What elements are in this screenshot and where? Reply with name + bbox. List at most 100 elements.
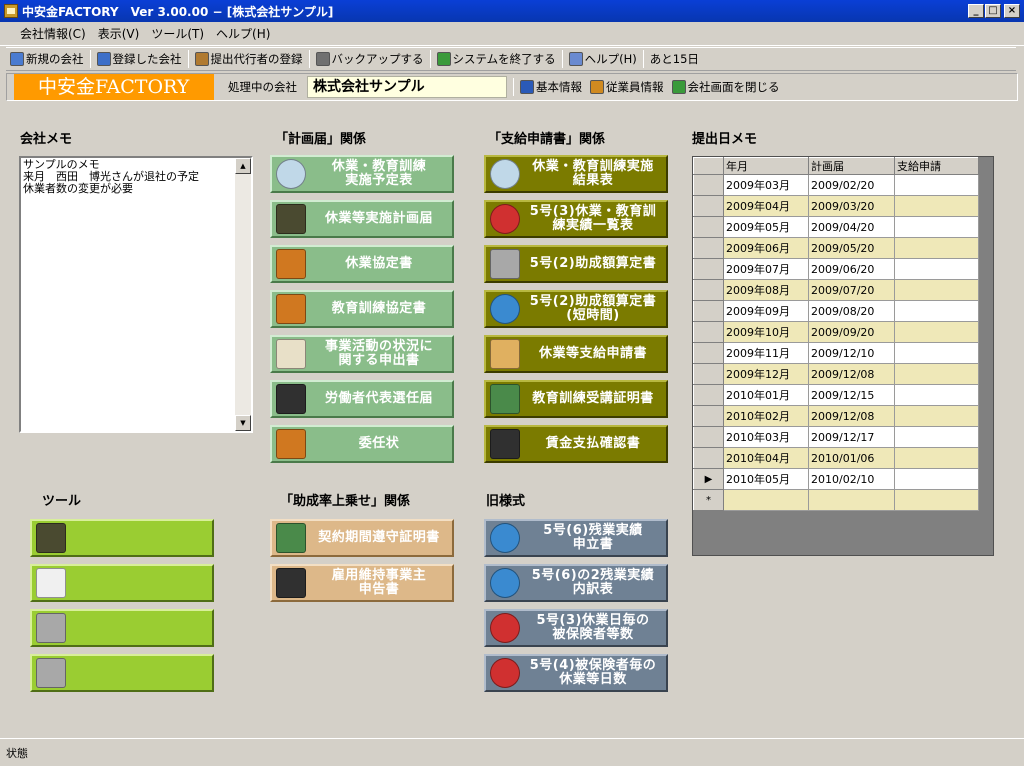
table-cell[interactable] [808,489,895,511]
menu-view[interactable]: 表示(V) [92,22,146,46]
table-row[interactable]: 2009年04月 2009/03/20 [693,195,979,217]
row-header[interactable] [693,174,724,196]
plan-button-6[interactable]: 労働者代表選任届 [270,380,454,418]
minimize-button[interactable]: _ [968,4,984,18]
table-cell[interactable]: 2009年11月 [723,342,809,364]
table-cell[interactable]: 2010年04月 [723,447,809,469]
table-cell[interactable]: 2009/02/20 [808,174,895,196]
toolbar-button[interactable]: ヘルプ(H) [565,48,641,70]
row-header[interactable]: ▶ [693,468,724,490]
claim-button-6[interactable]: 教育訓練受講証明書 [484,380,668,418]
row-header[interactable] [693,237,724,259]
table-cell[interactable]: 2009/06/20 [808,258,895,280]
memo-scrollbar[interactable]: ▲ ▼ [235,158,251,431]
table-cell[interactable] [894,426,979,448]
table-cell[interactable]: 2009年09月 [723,300,809,322]
table-cell[interactable] [894,405,979,427]
plan-button-4[interactable]: 教育訓練協定書 [270,290,454,328]
col-header-plan[interactable]: 計画届 [808,157,895,175]
menu-help[interactable]: ヘルプ(H) [210,22,276,46]
table-row[interactable]: 2009年09月 2009/08/20 [693,300,979,322]
old-button-1[interactable]: 5号(6)残業実績 申立書 [484,519,668,557]
row-header[interactable] [693,447,724,469]
row-header[interactable] [693,195,724,217]
table-cell[interactable]: 2009/04/20 [808,216,895,238]
table-row[interactable]: 2009年06月 2009/05/20 [693,237,979,259]
table-row[interactable]: 2009年08月 2009/07/20 [693,279,979,301]
table-cell[interactable]: 2009/12/15 [808,384,895,406]
table-cell[interactable] [894,342,979,364]
row-header[interactable] [693,426,724,448]
table-cell[interactable]: 2009/07/20 [808,279,895,301]
table-cell[interactable] [894,300,979,322]
tools-button-2[interactable] [30,564,214,602]
col-header-claim[interactable]: 支給申請 [894,157,979,175]
scroll-down-icon[interactable]: ▼ [235,415,251,431]
plan-button-5[interactable]: 事業活動の状況に 関する申出書 [270,335,454,373]
table-cell[interactable]: 2009年05月 [723,216,809,238]
table-cell[interactable]: 2010年05月 [723,468,809,490]
rate-button-1[interactable]: 契約期間遵守証明書 [270,519,454,557]
toolbar-button[interactable]: バックアップする [312,48,428,70]
table-row[interactable]: 2009年07月 2009/06/20 [693,258,979,280]
table-cell[interactable] [894,489,979,511]
scroll-up-icon[interactable]: ▲ [235,158,251,174]
table-cell[interactable]: 2009/12/10 [808,342,895,364]
old-button-4[interactable]: 5号(4)被保険者毎の 休業等日数 [484,654,668,692]
table-cell[interactable] [894,468,979,490]
plan-button-7[interactable]: 委任状 [270,425,454,463]
table-cell[interactable]: 2009/12/08 [808,363,895,385]
menu-tools[interactable]: ツール(T) [145,22,210,46]
table-cell[interactable] [894,237,979,259]
table-cell[interactable]: 2009年10月 [723,321,809,343]
tools-button-4[interactable] [30,654,214,692]
maximize-button[interactable]: □ [985,4,1001,18]
table-row[interactable]: 2010年03月 2009/12/17 [693,426,979,448]
table-cell[interactable]: 2009/03/20 [808,195,895,217]
table-cell[interactable]: 2009/05/20 [808,237,895,259]
toolbar-button[interactable]: システムを終了する [433,48,560,70]
table-cell[interactable] [894,279,979,301]
table-cell[interactable] [894,321,979,343]
claim-button-4[interactable]: 5号(2)助成額算定書 (短時間) [484,290,668,328]
company-action-button[interactable]: 従業員情報 [586,76,668,98]
row-header[interactable] [693,384,724,406]
table-cell[interactable]: 2010年02月 [723,405,809,427]
old-button-3[interactable]: 5号(3)休業日毎の 被保険者等数 [484,609,668,647]
table-row[interactable]: ▶ 2010年05月 2010/02/10 [693,468,979,490]
table-cell[interactable]: 2010/01/06 [808,447,895,469]
table-row[interactable]: 2009年03月 2009/02/20 [693,174,979,196]
tools-button-1[interactable] [30,519,214,557]
table-cell[interactable] [894,258,979,280]
table-row[interactable]: 2010年04月 2010/01/06 [693,447,979,469]
company-memo-textarea[interactable]: サンプルのメモ 来月 西田 博光さんが退社の予定 休業者数の変更が必要 ▲ ▼ [19,156,253,433]
table-row[interactable]: 2009年11月 2009/12/10 [693,342,979,364]
table-cell[interactable]: 2009/12/08 [808,405,895,427]
claim-button-2[interactable]: 5号(3)休業・教育訓 練実績一覧表 [484,200,668,238]
plan-button-1[interactable]: 休業・教育訓練 実施予定表 [270,155,454,193]
row-header[interactable] [693,363,724,385]
row-header[interactable] [693,216,724,238]
table-cell[interactable]: 2009/09/20 [808,321,895,343]
table-row[interactable]: 2010年02月 2009/12/08 [693,405,979,427]
table-row[interactable]: 2009年10月 2009/09/20 [693,321,979,343]
plan-button-2[interactable]: 休業等実施計画届 [270,200,454,238]
table-cell[interactable] [894,195,979,217]
tools-button-3[interactable] [30,609,214,647]
table-row[interactable]: 2009年12月 2009/12/08 [693,363,979,385]
plan-button-3[interactable]: 休業協定書 [270,245,454,283]
row-header[interactable] [693,279,724,301]
claim-button-5[interactable]: 休業等支給申請書 [484,335,668,373]
table-cell[interactable]: 2009/08/20 [808,300,895,322]
table-cell[interactable]: 2009年03月 [723,174,809,196]
table-cell[interactable] [894,174,979,196]
table-cell[interactable]: 2009年06月 [723,237,809,259]
table-row[interactable]: 2010年01月 2009/12/15 [693,384,979,406]
row-header[interactable] [693,300,724,322]
claim-button-7[interactable]: 賃金支払確認書 [484,425,668,463]
table-cell[interactable] [894,447,979,469]
table-cell[interactable] [894,216,979,238]
company-action-button[interactable]: 会社画面を閉じる [668,76,784,98]
old-button-2[interactable]: 5号(6)の2残業実績 内訳表 [484,564,668,602]
claim-button-3[interactable]: 5号(2)助成額算定書 [484,245,668,283]
